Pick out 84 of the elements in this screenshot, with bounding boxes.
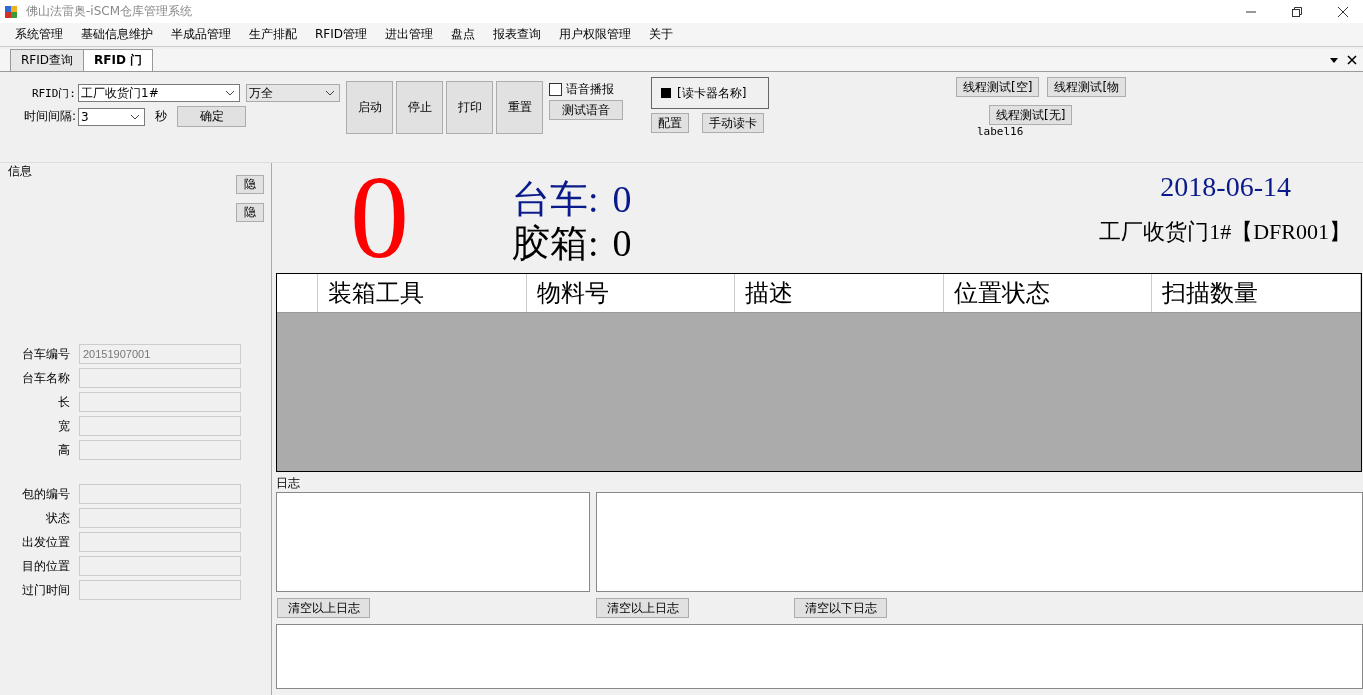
field-label: 目的位置 <box>21 557 70 575</box>
date-text: 2018-06-14 <box>1160 171 1291 203</box>
log-box[interactable] <box>276 492 590 592</box>
cart-count: 0 <box>612 177 632 221</box>
field-label: 宽 <box>57 417 70 435</box>
text-field[interactable] <box>79 556 241 576</box>
thread-test-button[interactable]: 线程测试[无] <box>989 105 1073 125</box>
menu-item[interactable]: 进出管理 <box>376 26 443 43</box>
action-button[interactable]: 打印 <box>446 81 493 134</box>
field-label: 出发位置 <box>21 533 70 551</box>
action-button[interactable]: 重置 <box>496 81 543 134</box>
box-count: 0 <box>612 221 632 265</box>
site-select[interactable]: 万全 <box>246 84 340 102</box>
action-button[interactable]: 启动 <box>346 81 393 134</box>
thread-test-button[interactable]: 线程测试[物 <box>1047 77 1127 97</box>
interval-label: 时间间隔: <box>22 108 76 125</box>
menu-item[interactable]: RFID管理 <box>306 26 377 43</box>
app-icon <box>4 4 18 19</box>
field-label: 状态 <box>45 509 70 527</box>
caret-icon <box>130 113 140 120</box>
window-title: 佛山法雷奥-iSCM仓库管理系统 <box>26 3 192 20</box>
text-field[interactable] <box>79 532 241 552</box>
status-square-icon <box>661 88 671 98</box>
log-box[interactable] <box>596 492 1363 592</box>
clear-log-button[interactable]: 清空以上日志 <box>596 598 689 618</box>
voice-checkbox[interactable]: 语音播报 <box>549 81 623 98</box>
hide-button[interactable]: 隐 <box>236 175 264 194</box>
hide-button[interactable]: 隐 <box>236 203 264 222</box>
info-title: 信息 <box>8 163 32 180</box>
restore-icon[interactable] <box>1291 5 1303 18</box>
field-label: 过门时间 <box>21 581 70 599</box>
unit-label: 秒 <box>155 108 167 125</box>
menu-item[interactable]: 报表查询 <box>484 26 551 43</box>
column-header: 装箱工具 <box>318 274 527 312</box>
log-title: 日志 <box>276 476 301 490</box>
test-voice-button[interactable]: 测试语音 <box>549 100 623 120</box>
clear-log-button[interactable]: 清空以上日志 <box>277 598 370 618</box>
field-label: 高 <box>57 441 70 459</box>
text-field[interactable] <box>79 440 241 460</box>
cart-label: 台车: <box>512 177 599 221</box>
column-header: 描述 <box>735 274 944 312</box>
dropdown-icon[interactable] <box>1329 55 1339 65</box>
tab[interactable]: RFID 门 <box>83 49 154 71</box>
menu-item[interactable]: 盘点 <box>442 26 485 43</box>
reader-name: [读卡器名称] <box>677 84 747 102</box>
thread-test-button[interactable]: 线程测试[空] <box>956 77 1040 97</box>
tab[interactable]: RFID查询 <box>10 49 85 71</box>
close-icon[interactable] <box>1337 5 1349 18</box>
menu-item[interactable]: 关于 <box>640 26 683 43</box>
column-header: 物料号 <box>526 274 736 312</box>
door-label: RFID门: <box>30 85 76 101</box>
manual-read-button[interactable]: 手动读卡 <box>702 113 764 133</box>
box-label: 胶箱: <box>512 221 599 265</box>
column-header: 扫描数量 <box>1152 274 1361 312</box>
interval-select[interactable]: 3 <box>78 107 145 126</box>
caret-icon <box>225 90 235 96</box>
field-label: 台车名称 <box>21 369 70 387</box>
field-label: 台车编号 <box>21 345 70 363</box>
column-header: 位置状态 <box>943 274 1153 312</box>
total-count: 0 <box>350 163 409 273</box>
close-icon[interactable] <box>1347 55 1357 65</box>
log-box[interactable] <box>276 624 1363 689</box>
config-button[interactable]: 配置 <box>651 113 689 133</box>
menu-item[interactable]: 生产排配 <box>240 26 306 43</box>
clear-log-button[interactable]: 清空以下日志 <box>794 598 887 618</box>
text-field[interactable] <box>79 368 241 388</box>
text-field[interactable]: 20151907001 <box>79 344 241 364</box>
menu-item[interactable]: 用户权限管理 <box>550 26 641 43</box>
text-field[interactable] <box>79 416 241 436</box>
status-label: label16 <box>977 125 1024 138</box>
field-label: 包的编号 <box>21 485 70 503</box>
menu-item[interactable]: 系统管理 <box>6 26 72 43</box>
menu-item[interactable]: 半成品管理 <box>162 26 240 43</box>
field-label: 长 <box>57 393 70 411</box>
confirm-button[interactable]: 确定 <box>177 106 246 127</box>
door-name: 工厂收货门1#【DFR001】 <box>1099 218 1351 246</box>
caret-icon <box>325 90 335 96</box>
door-select[interactable]: 工厂收货门1# <box>78 84 240 102</box>
text-field[interactable] <box>79 508 241 528</box>
action-button[interactable]: 停止 <box>396 81 443 134</box>
text-field[interactable] <box>79 580 241 600</box>
menu-item[interactable]: 基础信息维护 <box>72 26 162 43</box>
text-field[interactable] <box>79 392 241 412</box>
text-field[interactable] <box>79 484 241 504</box>
